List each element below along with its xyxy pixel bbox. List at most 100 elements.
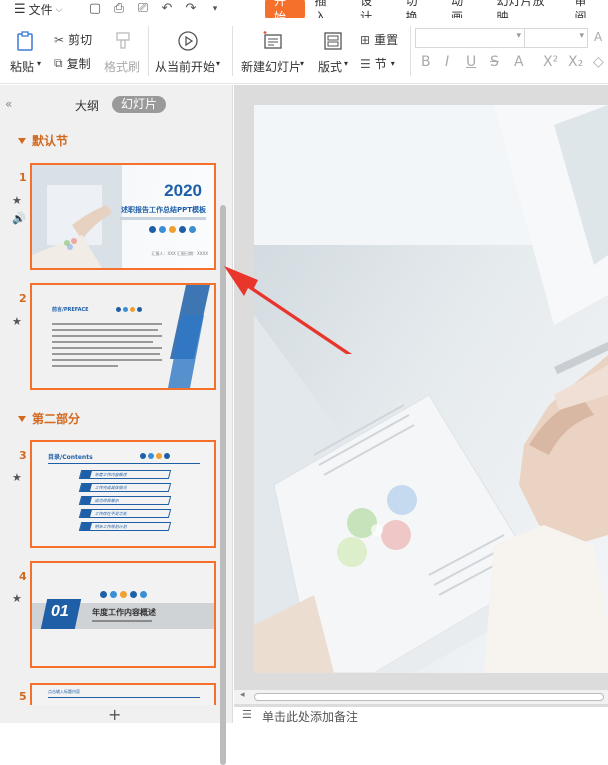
slide-thumbnail-4[interactable]: 01 年度工作内容概述 xyxy=(30,561,216,668)
current-slide[interactable] xyxy=(254,105,608,673)
section-header-default[interactable]: 默认节 xyxy=(18,132,68,149)
copy-label: 复制 xyxy=(66,57,91,71)
toc-item: 工作存在不足之处 xyxy=(78,509,172,518)
section-label: 节 xyxy=(374,57,387,71)
notes-pane[interactable]: ☰ 单击此处添加备注 xyxy=(234,707,608,724)
scroll-thumb[interactable] xyxy=(254,693,604,701)
strikethrough-icon[interactable]: S xyxy=(490,54,499,70)
text-line xyxy=(52,341,154,343)
horizontal-scrollbar[interactable]: ◂ xyxy=(234,690,608,704)
chevron-down-icon: ▾ xyxy=(344,59,349,68)
slide-3-toc: 年度工作内容概述 工作完成具体情况 成功项目展示 工作存在不足之处 明年工作规划… xyxy=(78,470,172,531)
collapse-pane-icon[interactable]: « xyxy=(5,97,12,111)
circle-icon xyxy=(169,226,176,233)
slide-photo xyxy=(254,105,608,673)
reset-button[interactable]: ⊞ 重置 xyxy=(360,31,398,48)
animation-star-icon: ★ xyxy=(12,315,22,328)
layout-label: 版式 xyxy=(318,60,343,74)
brush-icon xyxy=(116,32,130,49)
print-icon[interactable]: ⎚ xyxy=(136,2,150,16)
chevron-down-icon: ▾ xyxy=(579,31,584,41)
grow-font-icon[interactable]: A xyxy=(594,30,602,44)
reset-icon: ⊞ xyxy=(360,32,371,47)
format-painter-button[interactable]: 格式刷 xyxy=(104,28,140,74)
text-line xyxy=(52,323,162,325)
slide-thumbnail-pane: « 大纲 幻灯片 默认节 1 ★ 🔊 2020 述职报告工作总结PPT模板 汇报… xyxy=(0,85,233,765)
undo-icon[interactable]: ↶ xyxy=(160,2,174,16)
subscript-icon[interactable]: X₂ xyxy=(568,54,583,70)
play-from-current-button[interactable]: 从当前开始 ▾ xyxy=(155,28,225,74)
cut-button[interactable]: ✂ 剪切 xyxy=(54,31,92,48)
animation-star-icon: ★ xyxy=(12,471,22,484)
annotation-arrow xyxy=(224,266,352,354)
play-icon xyxy=(178,31,198,51)
text-line xyxy=(52,329,158,331)
slide-thumbnail-3[interactable]: 目录/Contents 年度工作内容概述 工作完成具体情况 成功项目展示 工作存… xyxy=(30,440,216,548)
toc-number xyxy=(80,523,92,530)
play-from-current-label: 从当前开始 xyxy=(155,60,216,74)
bold-icon[interactable]: B xyxy=(421,54,431,70)
export-icon[interactable]: ⎙ xyxy=(112,2,126,16)
tab-outline[interactable]: 大纲 xyxy=(75,97,99,114)
font-size-select[interactable]: ▾ xyxy=(524,28,588,48)
circle-icon xyxy=(149,226,156,233)
slide-thumbnail-1[interactable]: 2020 述职报告工作总结PPT模板 汇报人：XXX 汇报日期：XXXX xyxy=(30,163,216,270)
copy-button[interactable]: ⧉ 复制 xyxy=(54,55,91,72)
text-line xyxy=(52,359,162,361)
slide-2-blue-shapes xyxy=(168,285,210,388)
ribbon-divider xyxy=(232,26,233,76)
toc-item: 工作完成具体情况 xyxy=(78,483,172,492)
circle-icon xyxy=(123,307,128,312)
ribbon: 粘贴 ▾ ✂ 剪切 ⧉ 复制 格式刷 从当前开始 ▾ 新建幻灯片 ▾ 版式 ▾ … xyxy=(0,18,608,84)
underline-icon[interactable]: U xyxy=(466,54,476,70)
section-header-second[interactable]: 第二部分 xyxy=(18,410,80,427)
text-line xyxy=(52,335,162,337)
new-slide-button[interactable]: 新建幻灯片 ▾ xyxy=(241,28,305,74)
section-label: 第二部分 xyxy=(32,412,81,426)
clear-format-icon[interactable]: ◇ xyxy=(593,54,604,70)
italic-icon[interactable]: I xyxy=(445,54,449,70)
circle-icon xyxy=(130,591,137,598)
save-icon[interactable]: ▢ xyxy=(88,2,102,16)
file-menu[interactable]: ☰ 文件 ⌵ xyxy=(14,1,63,18)
chevron-left-icon[interactable]: ◂ xyxy=(240,690,245,700)
quick-access-toolbar: ▢ ⎙ ⎚ ↶ ↷ ▾ xyxy=(88,2,222,16)
text-line xyxy=(52,347,162,349)
add-slide-icon[interactable]: + xyxy=(108,705,121,724)
slide-5-rule xyxy=(48,697,200,698)
tab-slides[interactable]: 幻灯片 xyxy=(112,96,167,113)
new-slide-label: 新建幻灯片 xyxy=(241,60,302,74)
clipboard-icon xyxy=(17,31,33,51)
audio-icon: 🔊 xyxy=(12,212,26,225)
format-painter-label: 格式刷 xyxy=(104,60,141,74)
new-slide-icon xyxy=(263,31,282,49)
chevron-down-icon: ▾ xyxy=(300,59,305,68)
text-color-icon[interactable]: A xyxy=(514,54,524,70)
slide-number: 5 xyxy=(19,690,27,703)
ribbon-divider xyxy=(148,26,149,76)
slide-2-text-block xyxy=(52,323,162,371)
layout-button[interactable]: 版式 ▾ xyxy=(318,28,352,74)
section-collapse-icon xyxy=(18,137,26,144)
paste-button[interactable]: 粘贴 ▾ xyxy=(10,28,44,74)
section-button[interactable]: ☰ 节 ▾ xyxy=(360,55,395,72)
slide-4-title: 年度工作内容概述 xyxy=(92,608,156,617)
notes-placeholder: 单击此处添加备注 xyxy=(262,710,359,724)
chevron-down-icon: ▾ xyxy=(516,31,521,41)
font-name-select[interactable]: ▾ xyxy=(415,28,525,48)
toc-item-label: 明年工作规划计划 xyxy=(94,524,128,529)
superscript-icon[interactable]: X² xyxy=(543,54,558,70)
chevron-down-icon[interactable]: ▾ xyxy=(208,2,222,16)
slide-1-subtitle-bar xyxy=(120,217,206,220)
reset-label: 重置 xyxy=(374,33,399,47)
layout-icon xyxy=(324,32,342,50)
text-line xyxy=(52,365,118,367)
animation-star-icon: ★ xyxy=(12,592,22,605)
slide-thumbnail-5[interactable]: 点击输入标题内容 xyxy=(30,683,216,705)
circle-icon xyxy=(164,453,170,459)
menu-bar: ☰ 文件 ⌵ ▢ ⎙ ⎚ ↶ ↷ ▾ 开始 插入 设计 切换 动画 幻灯片放映 … xyxy=(0,0,608,25)
redo-icon[interactable]: ↷ xyxy=(184,2,198,16)
slide-1-title: 述职报告工作总结PPT模板 xyxy=(120,206,206,214)
slide-thumbnail-2[interactable]: 前言/PREFACE xyxy=(30,283,216,390)
circle-icon xyxy=(179,226,186,233)
